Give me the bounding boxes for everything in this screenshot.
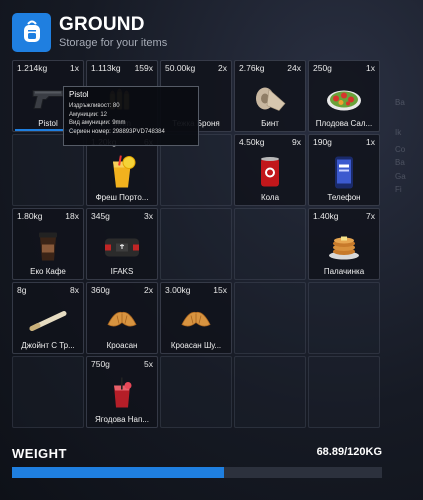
item-quantity: 8x [70,285,79,295]
inventory-slot[interactable]: 1.40kg 7x Палачинка [308,208,380,280]
item-quantity: 18x [65,211,79,221]
item-name: Джойнт С Тр... [21,341,75,350]
item-weight: 190g [313,137,332,147]
item-quantity: 2x [144,285,153,295]
inventory-slot[interactable]: 4.50kg 9x Кола [234,134,306,206]
item-weight: 1.214kg [17,63,48,73]
item-quantity: 1x [366,63,375,73]
salad-icon [324,85,364,118]
backpack-icon [12,12,51,52]
inventory-slot[interactable]: 8g 8x Джойнт С Тр... [12,282,84,354]
item-quantity: 3x [144,211,153,221]
tooltip-durability: Издръжливост: 80 [69,103,120,109]
item-name: Кроасан Шу... [170,341,222,350]
empty-inventory-slot[interactable] [160,356,232,428]
croissant-icon [105,309,139,338]
phone-icon [332,156,356,195]
background-text: Co [395,145,406,154]
empty-inventory-slot[interactable] [234,208,306,280]
inventory-header: GROUND Storage for your items [12,12,167,52]
item-weight: 360g [91,285,110,295]
item-quantity: 24x [287,63,301,73]
item-weight: 750g [91,359,110,369]
juice-icon [107,155,137,195]
background-text: Fi [395,185,402,194]
item-name: Еко Кафе [30,267,66,276]
item-name: Кола [260,193,280,202]
item-quantity: 15x [213,285,227,295]
page-subtitle: Storage for your items [59,37,168,49]
item-weight: 4.50kg [239,137,265,147]
inventory-slot[interactable]: 2.76kg 24x Бинт [234,60,306,132]
item-quantity: 1x [70,63,79,73]
inventory-slot[interactable]: 3.00kg 15x Кроасан Шу... [160,282,232,354]
item-weight: 50.00kg [165,63,196,73]
item-quantity: 9x [292,137,301,147]
inventory-slot[interactable]: 250g 1x Плодова Сал... [308,60,380,132]
item-name: Бинт [261,119,279,128]
item-weight: 8g [17,285,27,295]
item-weight: 1.80kg [17,211,43,221]
inventory-slot[interactable]: 360g 2x Кроасан [86,282,158,354]
background-text: Ba [395,98,405,107]
item-quantity: 7x [366,211,375,221]
item-weight: 250g [313,63,332,73]
page-title: GROUND [59,14,145,35]
background-text: Ik [395,128,402,137]
item-name: Ягодова Нап... [95,415,149,424]
tooltip-title: Pistol [69,90,89,99]
pancake-icon [327,232,361,267]
tooltip-serial-number: Сериен номер: 298893PVD748384 [69,128,165,135]
item-name: Телефон [327,193,361,202]
item-weight: 345g [91,211,110,221]
item-quantity: 2x [218,63,227,73]
weight-progress-fill [12,467,225,478]
empty-inventory-slot[interactable] [12,356,84,428]
item-name: IFAKS [110,267,134,276]
inventory-slot[interactable]: 1.80kg 18x Еко Кафе [12,208,84,280]
item-tooltip: Pistol Издръжливост: 80 Амуниции: 12 Вид… [63,86,199,146]
weight-label: WEIGHT [12,446,67,461]
empty-inventory-slot[interactable] [234,282,306,354]
weight-value: 68.89/120KG [316,446,382,458]
empty-inventory-slot[interactable] [308,282,380,354]
item-name: Кроасан [106,341,138,350]
ifak-icon [102,233,142,266]
inventory-slot[interactable]: 750g 5x Ягодова Нап... [86,356,158,428]
empty-inventory-slot[interactable] [160,208,232,280]
item-weight: 1.113kg [91,63,121,73]
item-weight: 2.76kg [239,63,265,73]
pistol-icon [31,86,65,117]
empty-inventory-slot[interactable] [308,356,380,428]
inventory-slot[interactable]: 190g 1x Телефон [308,134,380,206]
background-text: Ba [395,158,405,167]
coffee-icon [36,231,60,268]
item-name: Палачинка [323,267,365,276]
empty-inventory-slot[interactable] [234,356,306,428]
item-name: Плодова Сал... [315,119,373,128]
tooltip-ammo-count: Амуниции: 12 [69,111,108,118]
item-weight: 1.40kg [313,211,339,221]
item-quantity: 1x [366,137,375,147]
item-quantity: 159x [134,63,153,73]
croissant-icon [179,309,213,338]
item-name: Фреш Портo... [95,193,149,202]
joint-icon [28,310,68,337]
item-weight: 3.00kg [165,285,191,295]
bandage-icon [253,84,287,119]
cola-icon [258,156,282,195]
cocktail-icon [108,377,136,417]
tooltip-ammo-type: Вид амуниции: 9mm [69,120,126,126]
item-quantity: 5x [144,359,153,369]
weight-progress-bar [12,467,382,478]
background-text: Ga [395,172,406,181]
inventory-slot[interactable]: 345g 3x IFAKS [86,208,158,280]
